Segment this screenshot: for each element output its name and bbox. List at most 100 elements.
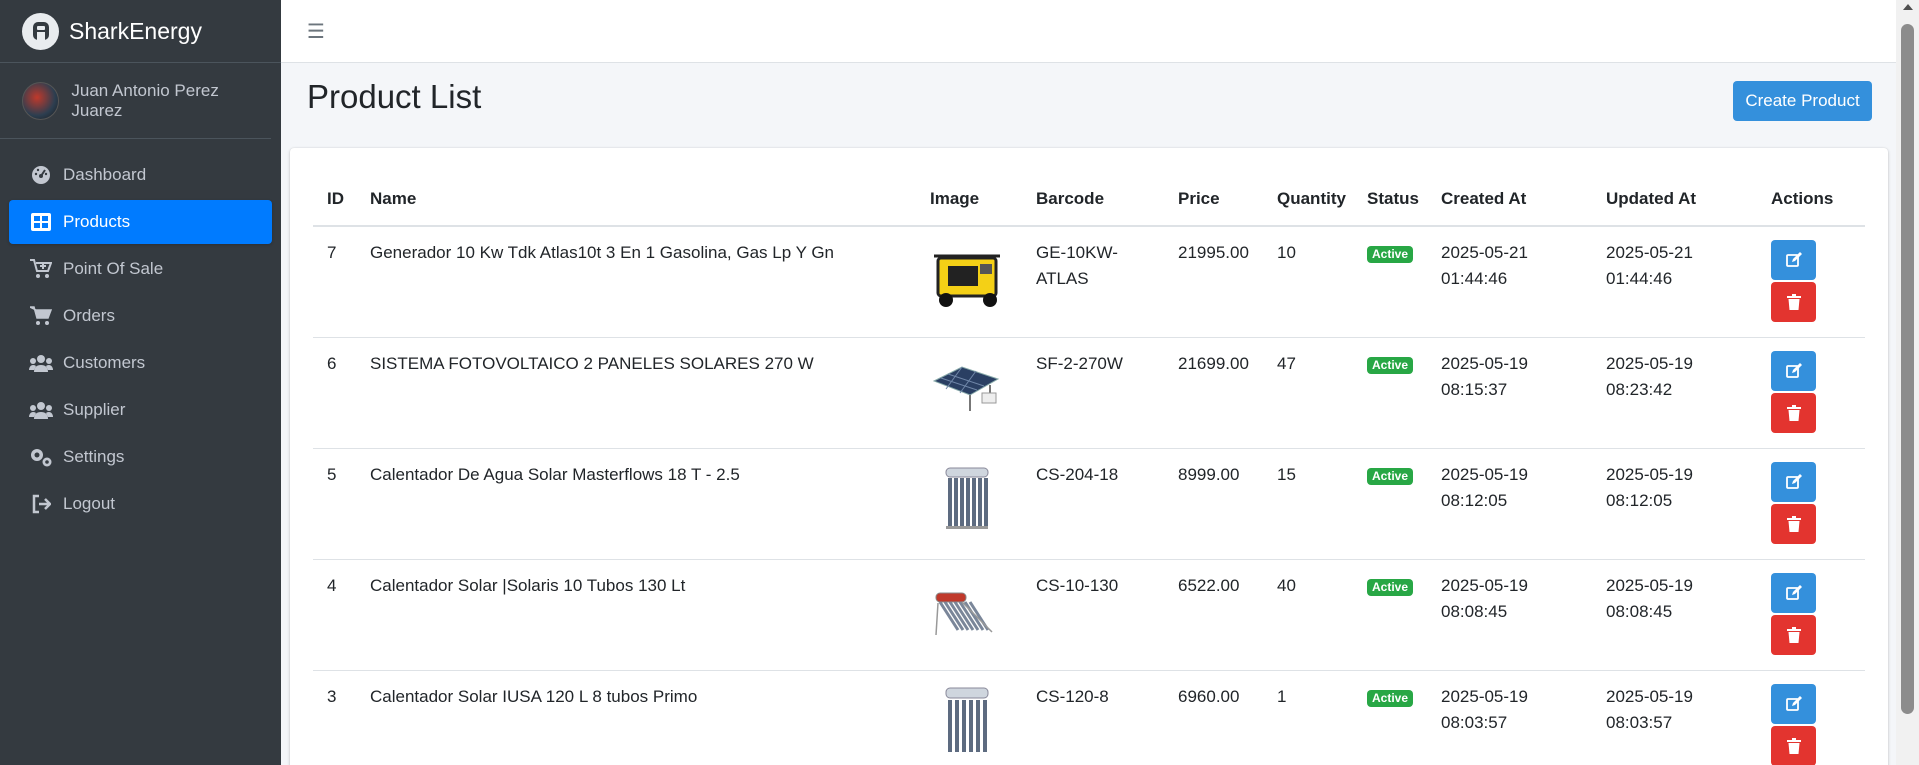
user-panel[interactable]: Juan Antonio Perez Juarez [0, 63, 271, 139]
page-title: Product List [307, 78, 482, 115]
delete-button[interactable] [1771, 503, 1816, 544]
cell-quantity: 47 [1263, 337, 1353, 449]
cell-image [916, 337, 1022, 449]
sidebar-item-dashboard[interactable]: Dashboard [9, 153, 272, 197]
edit-icon [1785, 362, 1802, 378]
cell-actions [1757, 226, 1865, 338]
cell-image [916, 670, 1022, 765]
created-date: 2025-05-19 [1441, 575, 1528, 595]
cell-name: Calentador Solar IUSA 120 L 8 tubos Prim… [356, 670, 916, 765]
created-date: 2025-05-19 [1441, 353, 1528, 373]
avatar [22, 81, 60, 120]
delete-button[interactable] [1771, 614, 1816, 655]
cell-actions [1757, 337, 1865, 449]
status-badge: Active [1367, 689, 1414, 707]
sidebar-item-supplier[interactable]: Supplier [9, 388, 272, 432]
generator-image [934, 254, 1000, 307]
status-badge: Active [1367, 356, 1414, 374]
cell-id: 7 [313, 226, 356, 338]
edit-button[interactable] [1771, 350, 1816, 391]
updated-date: 2025-05-19 [1606, 464, 1693, 484]
edit-button[interactable] [1771, 683, 1816, 724]
table-row: 6 SISTEMA FOTOVOLTAICO 2 PANELES SOLARES… [313, 337, 1865, 449]
cell-price: 21699.00 [1164, 337, 1263, 449]
edit-icon [1785, 473, 1802, 489]
cell-barcode: CS-10-130 [1022, 559, 1164, 671]
updated-date: 2025-05-19 [1606, 353, 1693, 373]
delete-button[interactable] [1771, 392, 1816, 433]
delete-button[interactable] [1771, 725, 1816, 765]
updated-time: 08:08:45 [1606, 601, 1673, 621]
delete-button[interactable] [1771, 282, 1816, 322]
trash-icon [1786, 404, 1801, 421]
sidebar-item-label: Logout [63, 494, 115, 513]
created-time: 08:03:57 [1441, 712, 1508, 732]
table-row: 5 Calentador De Agua Solar Masterflows 1… [313, 448, 1865, 560]
column-header-name[interactable]: Name [356, 173, 916, 227]
created-time: 08:15:37 [1441, 379, 1508, 399]
edit-button[interactable] [1771, 461, 1816, 502]
cell-status: Active [1353, 448, 1427, 560]
edit-button[interactable] [1771, 572, 1816, 613]
sidebar-item-label: Orders [63, 306, 115, 325]
products-card: ID Name Image Barcode Price Quantity Sta… [290, 148, 1888, 765]
status-badge: Active [1367, 578, 1414, 596]
table-header-row: ID Name Image Barcode Price Quantity Sta… [313, 173, 1865, 227]
column-header-image[interactable]: Image [916, 173, 1022, 227]
column-header-status[interactable]: Status [1353, 173, 1427, 227]
cart-icon [29, 305, 53, 327]
updated-date: 2025-05-21 [1606, 243, 1693, 262]
edit-button[interactable] [1771, 240, 1816, 280]
created-date: 2025-05-21 [1441, 243, 1528, 262]
cell-updated-at: 2025-05-19 08:12:05 [1592, 448, 1757, 560]
content-header: Product List [307, 78, 481, 116]
cell-actions [1757, 670, 1865, 765]
create-product-button[interactable]: Create Product [1733, 81, 1872, 121]
users-icon [29, 399, 53, 421]
cell-name: Calentador Solar |Solaris 10 Tubos 130 L… [356, 559, 916, 671]
sidebar: SharkEnergy Juan Antonio Perez Juarez Da… [0, 0, 281, 765]
cell-updated-at: 2025-05-21 01:44:46 [1592, 226, 1757, 338]
cell-created-at: 2025-05-21 01:44:46 [1427, 226, 1592, 338]
cell-updated-at: 2025-05-19 08:08:45 [1592, 559, 1757, 671]
sidebar-item-point-of-sale[interactable]: Point Of Sale [9, 247, 272, 291]
created-time: 08:12:05 [1441, 490, 1508, 510]
trash-icon [1786, 737, 1801, 754]
column-header-created-at[interactable]: Created At [1427, 173, 1592, 227]
cell-quantity: 15 [1263, 448, 1353, 560]
column-header-quantity[interactable]: Quantity [1263, 173, 1353, 227]
column-header-price[interactable]: Price [1164, 173, 1263, 227]
cell-price: 21995.00 [1164, 226, 1263, 338]
created-time: 01:44:46 [1441, 269, 1508, 288]
updated-time: 08:03:57 [1606, 712, 1673, 732]
cell-id: 3 [313, 670, 356, 765]
table-row: 7 Generador 10 Kw Tdk Atlas10t 3 En 1 Ga… [313, 226, 1865, 338]
column-header-id[interactable]: ID [313, 173, 356, 227]
scroll-up-arrow-icon[interactable] [1903, 4, 1913, 10]
created-date: 2025-05-19 [1441, 464, 1528, 484]
cell-barcode: CS-120-8 [1022, 670, 1164, 765]
hamburger-menu-icon[interactable]: ☰ [307, 19, 325, 44]
column-header-barcode[interactable]: Barcode [1022, 173, 1164, 227]
created-time: 08:08:45 [1441, 601, 1508, 621]
sidebar-item-customers[interactable]: Customers [9, 341, 272, 385]
scrollbar-thumb[interactable] [1901, 24, 1914, 714]
sidebar-item-logout[interactable]: Logout [9, 482, 272, 526]
cell-actions [1757, 559, 1865, 671]
user-name: Juan Antonio Perez Juarez [71, 80, 219, 120]
sidebar-item-settings[interactable]: Settings [9, 435, 272, 479]
cell-created-at: 2025-05-19 08:03:57 [1427, 670, 1592, 765]
sidebar-item-label: Settings [63, 447, 125, 466]
column-header-updated-at[interactable]: Updated At [1592, 173, 1757, 227]
column-header-actions: Actions [1757, 173, 1865, 227]
table-row: 3 Calentador Solar IUSA 120 L 8 tubos Pr… [313, 670, 1865, 765]
sidebar-item-orders[interactable]: Orders [9, 294, 272, 338]
edit-icon [1785, 584, 1802, 600]
page-scrollbar[interactable] [1896, 0, 1919, 765]
edit-icon [1785, 252, 1802, 267]
dashboard-icon [29, 164, 53, 186]
sidebar-item-products[interactable]: Products [9, 200, 272, 244]
brand-link[interactable]: SharkEnergy [0, 0, 281, 63]
cell-image [916, 559, 1022, 671]
grid-icon [29, 211, 53, 233]
